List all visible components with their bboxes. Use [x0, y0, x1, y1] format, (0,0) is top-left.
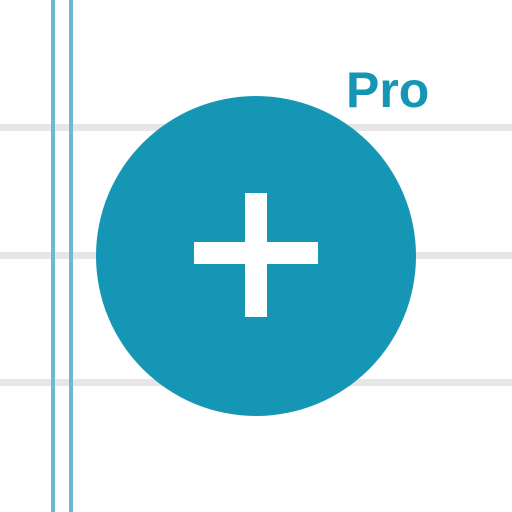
- app-icon: Pro: [0, 0, 512, 512]
- paper-margin-line: [51, 0, 55, 512]
- plus-icon: [96, 96, 416, 416]
- plus-icon-vertical-bar: [245, 193, 267, 317]
- add-button[interactable]: [96, 96, 416, 416]
- pro-badge: Pro: [346, 62, 430, 118]
- paper-margin-line: [69, 0, 73, 512]
